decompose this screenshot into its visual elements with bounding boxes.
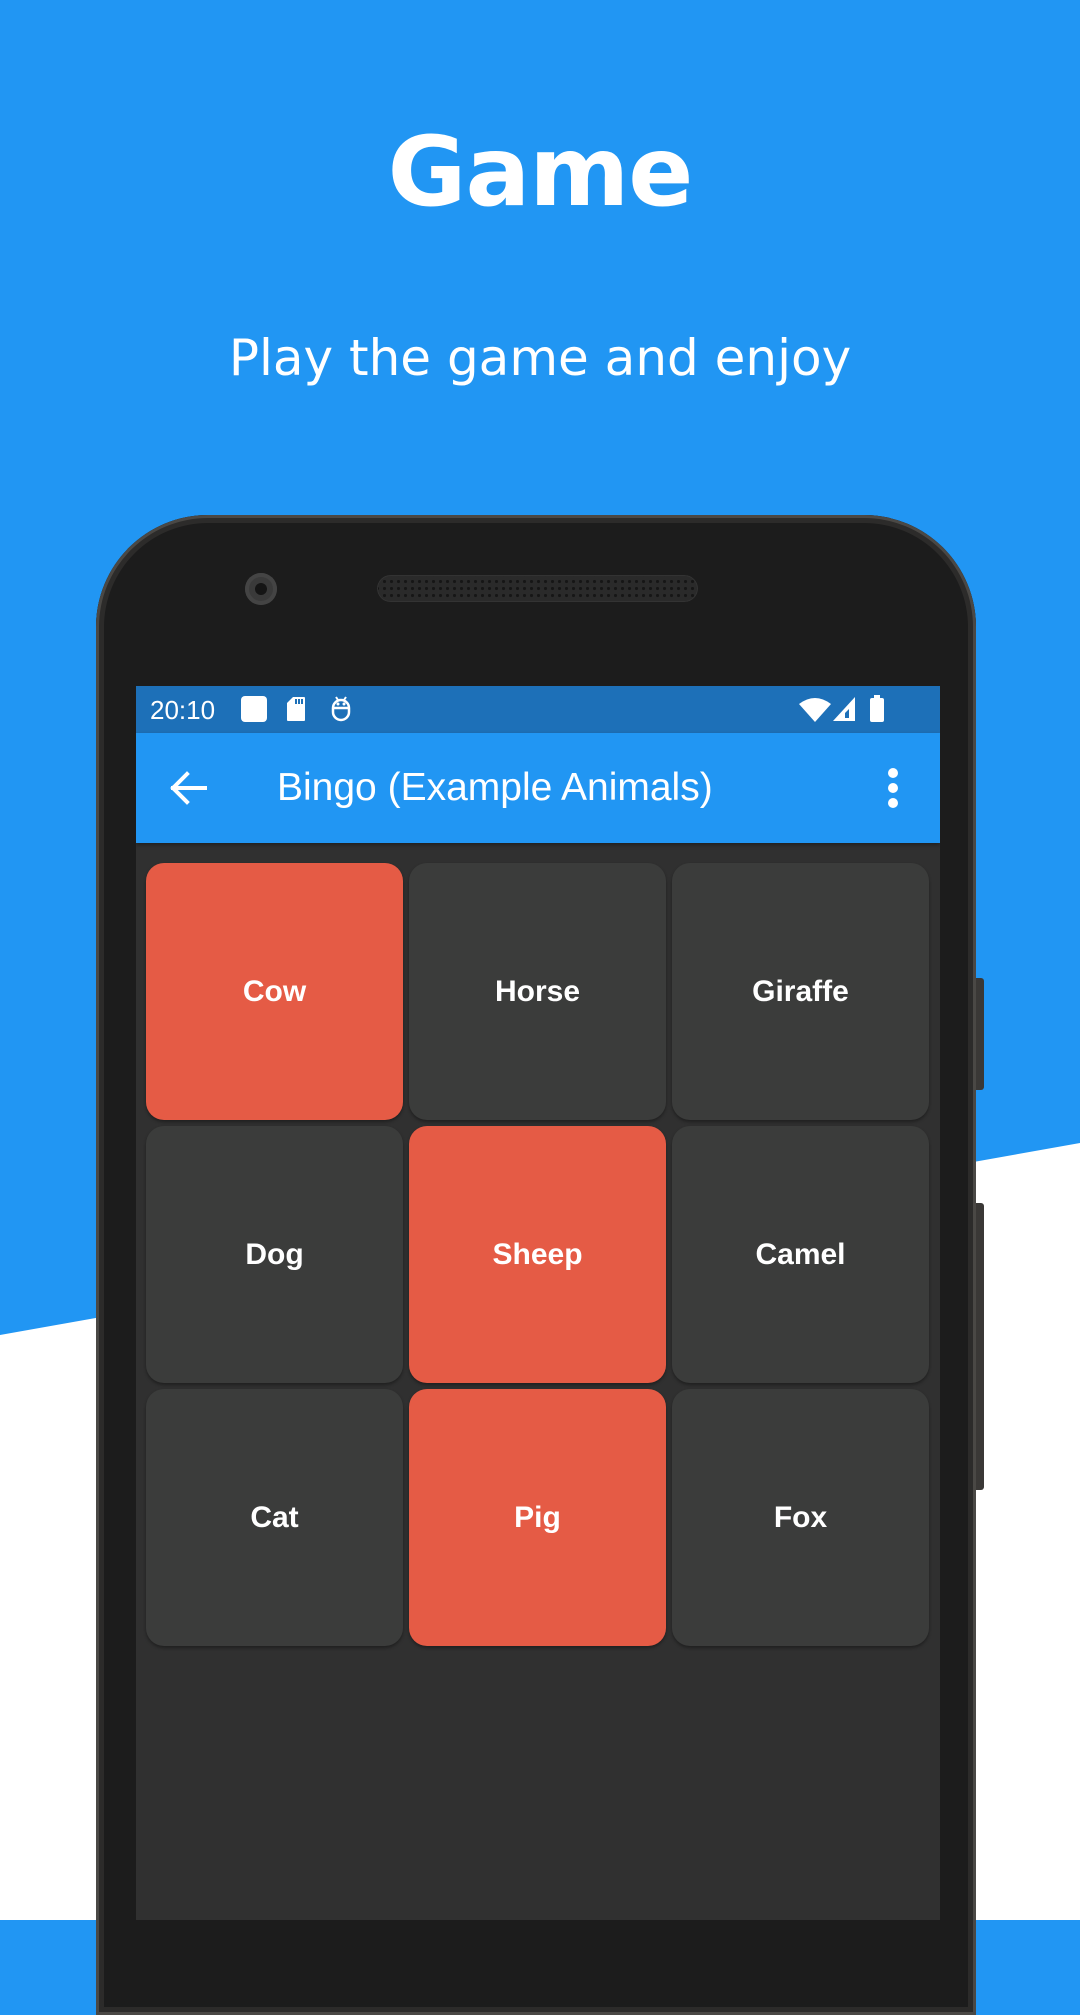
status-bar: 20:10 bbox=[136, 686, 940, 733]
bingo-cell-pig[interactable]: Pig bbox=[409, 1389, 666, 1646]
earpiece-speaker bbox=[377, 575, 698, 602]
bingo-cell-label: Giraffe bbox=[752, 974, 849, 1008]
bingo-cell-label: Pig bbox=[514, 1500, 561, 1534]
bingo-cell-label: Cow bbox=[242, 974, 307, 1008]
sd-card-icon bbox=[287, 697, 305, 721]
bingo-cell-label: Fox bbox=[773, 1500, 828, 1534]
cell-signal-icon bbox=[833, 697, 855, 721]
arrow-back-icon bbox=[170, 771, 207, 805]
bingo-cell-label: Camel bbox=[755, 1237, 846, 1271]
phone-volume-button bbox=[976, 978, 984, 1090]
more-vert-icon bbox=[888, 768, 898, 808]
bingo-cell-cow[interactable]: Cow bbox=[146, 863, 403, 1120]
bingo-cell-camel[interactable]: Camel bbox=[672, 1126, 929, 1383]
bingo-cell-cat[interactable]: Cat bbox=[146, 1389, 403, 1646]
status-time: 20:10 bbox=[150, 695, 216, 725]
bingo-board: Cow Horse Giraffe Dog Sheep Camel Cat Pig Fox bbox=[146, 863, 930, 1646]
wifi-icon bbox=[799, 698, 831, 722]
back-button[interactable] bbox=[162, 766, 218, 810]
bingo-cell-label: Dog bbox=[245, 1237, 304, 1271]
bingo-cell-sheep[interactable]: Sheep bbox=[409, 1126, 666, 1383]
bingo-cell-fox[interactable]: Fox bbox=[672, 1389, 929, 1646]
bingo-cell-giraffe[interactable]: Giraffe bbox=[672, 863, 929, 1120]
promo-headline: Game bbox=[387, 116, 694, 228]
bingo-cell-label: Sheep bbox=[492, 1237, 583, 1271]
promo-subline: Play the game and enjoy bbox=[228, 329, 852, 387]
notification-square-icon bbox=[241, 696, 267, 722]
app-title: Bingo (Example Animals) bbox=[277, 766, 713, 809]
bingo-cell-dog[interactable]: Dog bbox=[146, 1126, 403, 1383]
phone-screen: 20:10 Bingo (Example Animals) Cow Horse … bbox=[136, 686, 940, 1920]
battery-icon bbox=[870, 695, 884, 722]
bingo-cell-horse[interactable]: Horse bbox=[409, 863, 666, 1120]
phone-power-button bbox=[976, 1203, 984, 1490]
front-camera-icon bbox=[245, 573, 277, 605]
bingo-cell-label: Cat bbox=[250, 1500, 299, 1534]
app-bar: Bingo (Example Animals) bbox=[136, 733, 940, 843]
bingo-cell-label: Horse bbox=[494, 974, 581, 1008]
debug-android-icon bbox=[331, 696, 351, 722]
more-options-button[interactable] bbox=[873, 763, 913, 813]
